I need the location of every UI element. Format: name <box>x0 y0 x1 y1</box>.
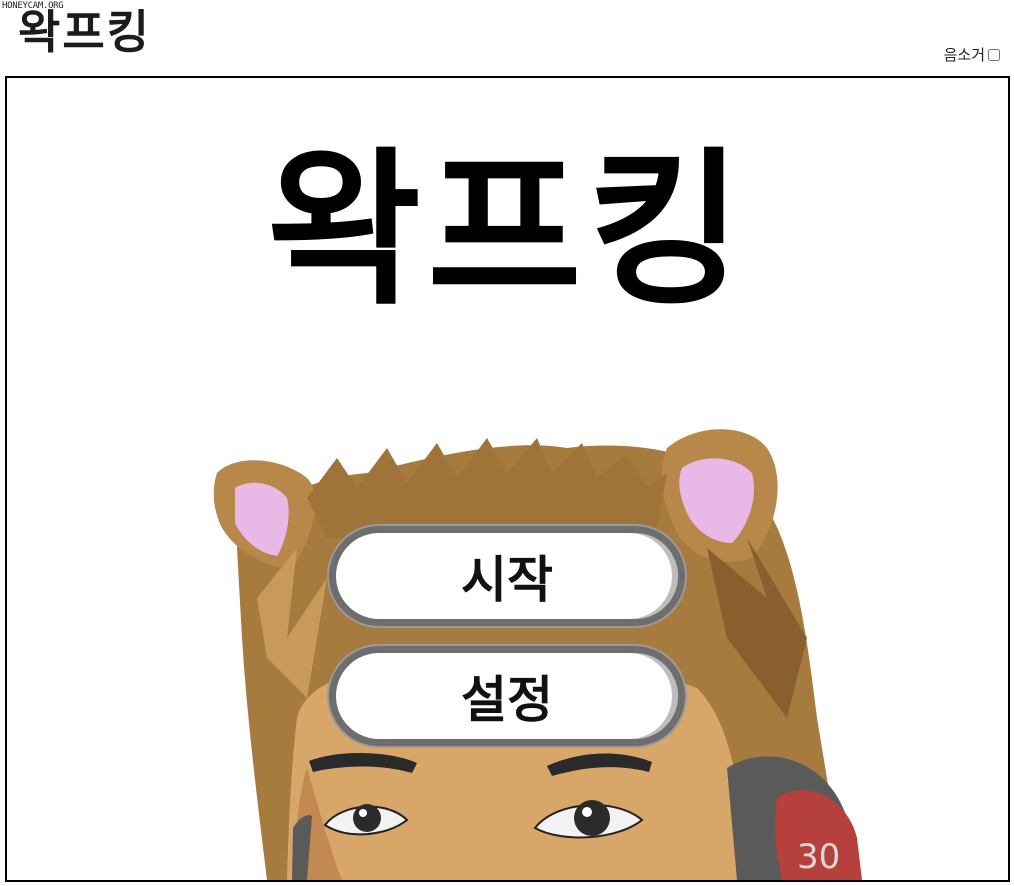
mute-checkbox[interactable] <box>988 48 1000 61</box>
mascot-illustration: 30 <box>213 429 862 880</box>
mute-toggle[interactable]: 음소거 <box>944 44 1000 65</box>
settings-button[interactable]: 설정 <box>329 646 685 746</box>
mute-label: 음소거 <box>943 46 985 64</box>
game-canvas[interactable]: 왁프킹 30 시작 설정 <box>5 76 1010 882</box>
headphone-label: 30 <box>797 837 840 877</box>
site-logo: 왁프킹 <box>18 5 151 59</box>
start-button[interactable]: 시작 <box>329 526 685 626</box>
